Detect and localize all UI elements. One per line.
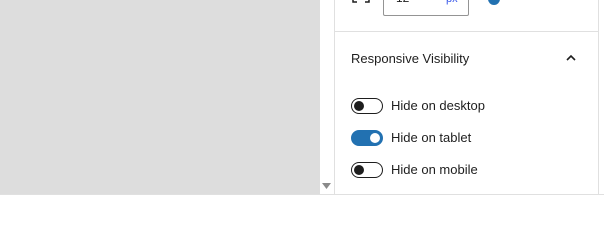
switch-knob [354, 165, 364, 175]
hide-tablet-switch[interactable] [351, 130, 383, 146]
switch-knob [354, 101, 364, 111]
panel-divider [598, 0, 599, 194]
bottom-bar [0, 194, 604, 208]
section-title: Responsive Visibility [351, 51, 470, 66]
editor-canvas [0, 0, 320, 194]
chevron-up-icon[interactable] [565, 52, 577, 64]
settings-panel: 12 px Responsive Visibility Hide on desk… [334, 0, 599, 194]
switch-knob [370, 133, 380, 143]
hide-desktop-switch[interactable] [351, 98, 383, 114]
size-unit[interactable]: px [446, 0, 458, 5]
responsive-visibility-toggle[interactable]: Responsive Visibility [335, 43, 599, 73]
toggle-label: Hide on tablet [391, 130, 472, 145]
toggle-label: Hide on mobile [391, 162, 478, 177]
dimension-controls: 12 px [335, 0, 599, 32]
toggle-label: Hide on desktop [391, 98, 485, 113]
scroll-down-arrow-icon[interactable] [322, 181, 331, 190]
toggle-hide-tablet[interactable]: Hide on tablet [351, 128, 591, 148]
size-input[interactable]: 12 px [383, 0, 469, 16]
reset-icon[interactable] [488, 0, 500, 5]
toggle-hide-mobile[interactable]: Hide on mobile [351, 160, 591, 180]
crop-icon[interactable] [351, 0, 371, 6]
toggle-hide-desktop[interactable]: Hide on desktop [351, 96, 591, 116]
size-value: 12 [396, 0, 409, 5]
hide-mobile-switch[interactable] [351, 162, 383, 178]
